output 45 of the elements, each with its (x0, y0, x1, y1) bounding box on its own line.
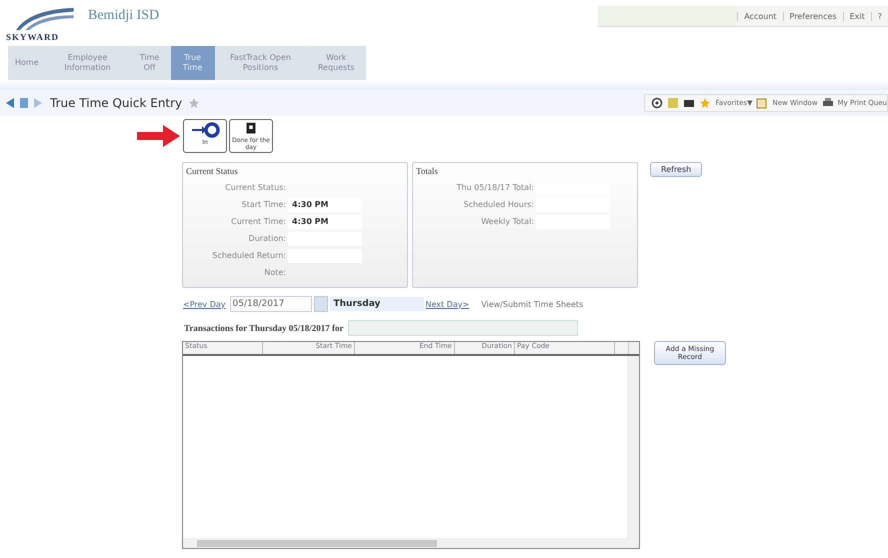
next-day-link[interactable]: Next Day> (426, 300, 470, 308)
header-link[interactable]: ? (870, 12, 888, 20)
page-title: True Time Quick Entry (50, 96, 182, 110)
district-name: Bemidji ISD (88, 8, 160, 24)
field-label: Current Time: (230, 217, 287, 226)
header-link[interactable]: Preferences (782, 12, 843, 20)
nav-tab[interactable]: Time Off (130, 46, 170, 80)
clock-in-icon (190, 121, 220, 139)
logo-text: SKYWARD (6, 32, 60, 42)
field-label: Scheduled Return: (211, 251, 287, 260)
field-value: 4:30 PM (288, 214, 362, 228)
field-label: Note: (263, 268, 287, 277)
field-label: Scheduled Hours: (462, 200, 535, 209)
printer-icon (822, 97, 834, 109)
horizontal-scrollbar[interactable] (183, 538, 639, 548)
nav-tab[interactable]: Employee Information (46, 46, 129, 80)
refresh-button[interactable]: Refresh (650, 162, 702, 177)
field-label: Duration: (248, 234, 287, 243)
arrow-icon (137, 124, 181, 148)
nav-tab[interactable]: Work Requests (306, 46, 366, 80)
window-icon (756, 97, 768, 109)
calendar-button[interactable] (314, 296, 328, 312)
panel-title: Current Status (186, 166, 239, 176)
page-icon (18, 97, 30, 109)
vertical-scrollbar[interactable] (627, 356, 639, 538)
nav-tab[interactable]: Home (8, 46, 46, 80)
header-link[interactable]: Exit (842, 12, 871, 20)
field-label: Start Time: (240, 200, 287, 209)
weekday-field: Thursday (330, 297, 424, 311)
star-icon[interactable] (188, 97, 200, 109)
header-link[interactable]: Account (737, 12, 783, 20)
date-field[interactable]: 05/18/2017 (230, 296, 312, 312)
time-sheets-link[interactable]: View/Submit Time Sheets (481, 300, 584, 308)
field-label: Current Status: (224, 183, 287, 192)
transactions-title: Transactions for Thursday 05/18/2017 for (184, 323, 344, 333)
back-icon[interactable] (4, 97, 16, 109)
settings-icon[interactable] (651, 97, 664, 109)
panel-title: Totals (416, 166, 439, 176)
prev-day-link[interactable]: <Prev Day (183, 300, 226, 308)
star-icon (699, 97, 712, 109)
field-label: Thu 05/18/17 Total: (456, 183, 535, 192)
field-label: Weekly Total: (480, 217, 535, 226)
field-value: 4:30 PM (288, 198, 362, 212)
forward-icon[interactable] (32, 97, 44, 109)
nav-tab[interactable]: FastTrack Open Positions (216, 46, 306, 80)
